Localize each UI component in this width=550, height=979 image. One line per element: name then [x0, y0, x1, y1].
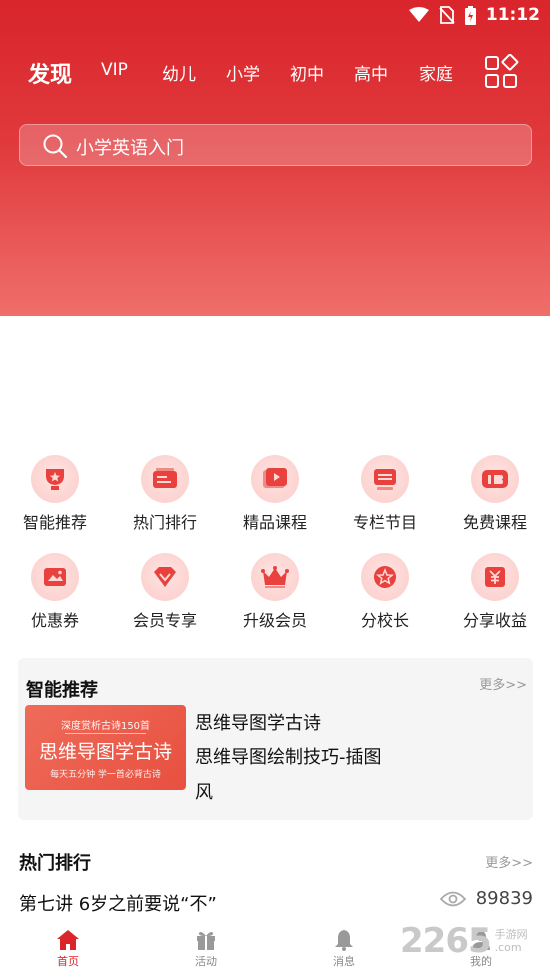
tab-home[interactable]: 首页 [28, 927, 108, 969]
watermark-domain: .com [494, 941, 522, 954]
status-bar: 11:12 [0, 0, 550, 34]
nav-tab-vip[interactable]: VIP [101, 60, 128, 80]
shortcut-hot-ranking[interactable]: 热门排行 [110, 455, 220, 533]
money-icon [485, 567, 505, 587]
diamond-icon [154, 567, 176, 587]
nav-tab-senior[interactable]: 高中 [354, 60, 388, 85]
section-title: 热门排行 [19, 853, 91, 874]
search-bar[interactable]: 小学英语入门 [19, 124, 532, 166]
cards-icon [153, 468, 177, 488]
video-icon [263, 468, 287, 488]
shortcut-label: 专栏节目 [352, 513, 417, 532]
more-link[interactable]: 更多>> [479, 674, 527, 693]
shortcut-columns[interactable]: 专栏节目 [330, 455, 440, 533]
shortcut-share-earnings[interactable]: 分享收益 [440, 553, 550, 631]
course-thumbnail[interactable]: 深度赏析古诗150首 思维导图学古诗 每天五分钟 学一首必背古诗 [25, 705, 186, 790]
section-title: 智能推荐 [26, 680, 98, 701]
shortcut-free-courses[interactable]: 免费课程 [440, 455, 550, 533]
thumbnail-divider [65, 733, 146, 734]
search-input[interactable]: 小学英语入门 [76, 134, 184, 160]
shortcut-label: 热门排行 [132, 513, 197, 532]
wifi-icon [408, 7, 429, 22]
shortcut-label: 智能推荐 [22, 513, 87, 532]
watermark-number: 2265 [400, 921, 492, 961]
nav-tab-family[interactable]: 家庭 [419, 60, 453, 85]
recommend-item[interactable]: 思维导图绘制技巧-插图 [195, 743, 382, 769]
watermark-text: 手游网 [494, 928, 528, 941]
more-link[interactable]: 更多>> [485, 852, 533, 871]
star-badge-icon [374, 566, 396, 588]
home-icon [57, 930, 79, 950]
category-nav: 发现 VIP 幼儿 小学 初中 高中 家庭 [0, 52, 550, 96]
recommend-item[interactable]: 风 [195, 778, 213, 804]
crown-icon [261, 566, 289, 588]
tab-label: 首页 [57, 955, 79, 968]
trophy-icon [46, 469, 64, 490]
shortcut-label: 精品课程 [242, 513, 307, 532]
tab-label: 活动 [195, 955, 217, 968]
shortcut-upgrade-member[interactable]: 升级会员 [220, 553, 330, 631]
shortcut-label: 升级会员 [242, 611, 307, 630]
coupon-icon [44, 568, 66, 586]
smart-recommend-card: 智能推荐 更多>> 深度赏析古诗150首 思维导图学古诗 每天五分钟 学一首必背… [18, 658, 533, 820]
nav-tab-junior[interactable]: 初中 [290, 60, 324, 85]
bell-icon [335, 930, 353, 951]
shortcut-label: 会员专享 [132, 611, 197, 630]
recommend-item[interactable]: 思维导图学古诗 [195, 709, 321, 735]
site-watermark: 2265 手游网 .com [400, 921, 528, 961]
eye-icon [439, 891, 466, 906]
shortcut-label: 优惠券 [30, 611, 79, 630]
no-sim-icon [439, 6, 455, 24]
shortcut-smart-recommend[interactable]: 智能推荐 [0, 455, 110, 533]
category-grid-icon[interactable] [484, 54, 520, 90]
shortcut-member-exclusive[interactable]: 会员专享 [110, 553, 220, 631]
view-count-value: 89839 [475, 888, 533, 909]
shortcut-coupons[interactable]: 优惠券 [0, 553, 110, 631]
shortcut-branch-principal[interactable]: 分校长 [330, 553, 440, 631]
battery-icon [464, 5, 476, 25]
free-icon [482, 470, 508, 488]
shortcut-premium-courses[interactable]: 精品课程 [220, 455, 330, 533]
tab-activity[interactable]: 活动 [166, 927, 246, 969]
shortcut-label: 分校长 [360, 611, 409, 630]
nav-tab-preschool[interactable]: 幼儿 [162, 60, 196, 85]
thumbnail-caption: 深度赏析古诗150首 [60, 721, 151, 732]
thumbnail-subtitle: 每天五分钟 学一首必背古诗 [50, 770, 161, 780]
shortcut-label: 分享收益 [462, 611, 527, 630]
tab-messages[interactable]: 消息 [304, 927, 384, 969]
shortcut-label: 免费课程 [462, 513, 527, 532]
view-count: 89839 [439, 888, 533, 909]
thumbnail-title: 思维导图学古诗 [38, 741, 172, 763]
status-time: 11:12 [485, 5, 540, 25]
column-icon [374, 469, 396, 490]
search-icon [43, 134, 68, 159]
tab-label: 消息 [333, 955, 355, 968]
hot-list-item[interactable]: 第七讲 6岁之前要说“不” [19, 890, 217, 916]
gift-icon [197, 932, 215, 950]
nav-tab-primary[interactable]: 小学 [226, 60, 260, 85]
nav-tab-discover[interactable]: 发现 [28, 57, 72, 89]
